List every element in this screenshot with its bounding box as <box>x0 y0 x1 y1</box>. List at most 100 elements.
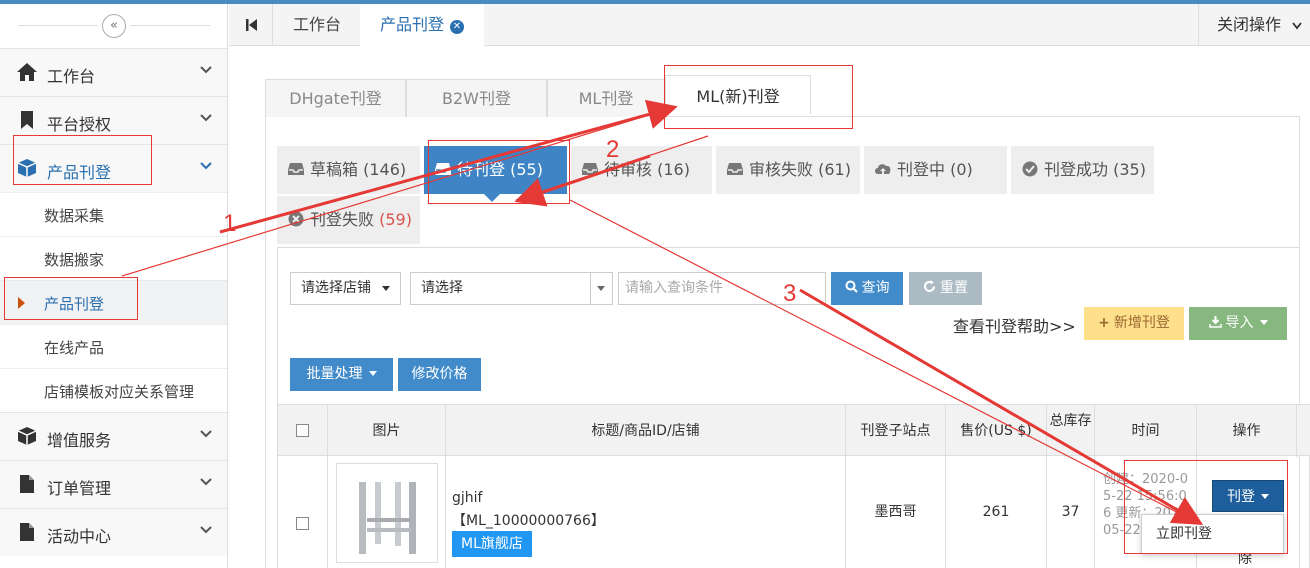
sidebar-subitem-data-move[interactable]: 数据搬家 <box>0 236 227 280</box>
chevron-down-icon <box>200 478 212 486</box>
status-tab-listing-failed[interactable]: 刊登失败 (59) <box>277 196 420 244</box>
field-type-select[interactable]: 请选择 <box>410 272 613 305</box>
inbox-icon <box>288 163 304 175</box>
row-price-cell: 261 <box>946 456 1047 568</box>
annotation-box <box>428 140 570 204</box>
status-tab-label: 刊登成功 (35) <box>1044 160 1146 179</box>
status-tab-label: 草稿箱 (146) <box>310 160 407 179</box>
modify-price-button[interactable]: 修改价格 <box>398 358 481 391</box>
dropdown-toggle[interactable] <box>590 273 612 304</box>
status-tab-label: 审核失败 (61) <box>749 160 851 179</box>
tab-workbench[interactable]: 工作台 <box>274 4 360 46</box>
import-button[interactable]: 导入 <box>1189 307 1287 340</box>
add-listing-label: 新增刊登 <box>1113 315 1170 331</box>
status-tab-listing-success[interactable]: 刊登成功 (35) <box>1011 146 1154 194</box>
times-circle-icon <box>288 211 304 227</box>
reset-button[interactable]: 重置 <box>909 272 982 305</box>
sidebar-item-activity-center[interactable]: 活动中心 <box>0 508 227 556</box>
row-checkbox[interactable] <box>296 517 309 530</box>
column-header-price: 售价(US $) <box>946 405 1047 457</box>
sidebar-item-orders[interactable]: 订单管理 <box>0 460 227 508</box>
cube-icon <box>17 427 37 445</box>
table-row <box>278 456 328 568</box>
column-header-actions: 操作 <box>1197 405 1297 457</box>
sidebar-subitem-label: 数据采集 <box>44 207 105 225</box>
column-header-time: 时间 <box>1095 405 1197 457</box>
status-tab-label: 刊登失败 <box>310 210 375 229</box>
inbox-icon <box>727 163 743 175</box>
caret-down-icon <box>382 286 390 291</box>
tab-product-listing[interactable]: 产品刊登 ✕ <box>360 4 484 47</box>
sidebar-collapse-row: « <box>0 4 227 48</box>
annotation-number: 3 <box>783 280 797 307</box>
sidebar-item-label: 平台授权 <box>47 115 112 134</box>
column-header-site: 刊登子站点 <box>846 405 946 457</box>
check-circle-icon <box>1022 161 1038 177</box>
add-listing-button[interactable]: + 新增刊登 <box>1084 307 1184 340</box>
status-tab-pending-review[interactable]: 待审核 (16) <box>571 146 712 194</box>
store-select[interactable]: 请选择店铺 <box>290 272 401 305</box>
status-tab-drafts[interactable]: 草稿箱 (146) <box>277 146 420 194</box>
sidebar-subitem-store-template-mapping[interactable]: 店铺模板对应关系管理 <box>0 368 227 412</box>
tab-scroll-left-button[interactable] <box>229 4 273 46</box>
tab-b2w-listing[interactable]: B2W刊登 <box>406 79 547 117</box>
sidebar-subitem-label: 数据搬家 <box>44 251 105 269</box>
row-site-cell: 墨西哥 <box>846 456 946 568</box>
search-button-label: 查询 <box>861 280 890 296</box>
listing-help-link[interactable]: 查看刊登帮助>> <box>953 313 1076 337</box>
sidebar-subitem-online-products[interactable]: 在线产品 <box>0 324 227 368</box>
tab-dhgate-listing[interactable]: DHgate刊登 <box>265 79 406 117</box>
divider <box>18 25 98 26</box>
sidebar-item-label: 增值服务 <box>47 431 112 450</box>
select-all-cell <box>278 405 328 457</box>
status-tab-label: 刊登中 (0) <box>897 160 973 179</box>
table-header: 图片 标题/商品ID/店铺 刊登子站点 售价(US $) 总库存 时间 操作 <box>278 404 1310 457</box>
store-select-value: 请选择店铺 <box>301 280 371 296</box>
collapse-sidebar-icon[interactable]: « <box>102 14 126 38</box>
annotation-box <box>1124 460 1288 554</box>
annotation-box <box>13 135 152 185</box>
sidebar-item-label: 工作台 <box>47 67 96 86</box>
caret-down-icon <box>1259 320 1268 325</box>
annotation-box <box>664 65 853 129</box>
file-icon <box>20 475 34 493</box>
close-actions-dropdown[interactable]: 关闭操作 <box>1198 4 1310 46</box>
sidebar-item-value-added[interactable]: 增值服务 <box>0 412 227 460</box>
chevron-down-icon <box>1292 22 1302 30</box>
sidebar-item-label: 活动中心 <box>47 527 112 546</box>
caret-down-icon <box>597 286 605 291</box>
batch-process-button[interactable]: 批量处理 <box>290 358 393 391</box>
search-icon <box>845 280 858 293</box>
annotation-number: 1 <box>223 210 237 237</box>
refresh-icon <box>924 280 935 292</box>
annotation-box <box>4 277 138 320</box>
reset-button-label: 重置 <box>940 280 968 296</box>
select-all-checkbox[interactable] <box>296 424 309 437</box>
chevron-down-icon <box>200 114 212 122</box>
tab-label: 产品刊登 <box>379 15 444 34</box>
status-tab-listing-in-progress[interactable]: 刊登中 (0) <box>864 146 1007 194</box>
chevron-down-icon <box>200 526 212 534</box>
status-tab-count: (59) <box>379 210 412 229</box>
tab-ml-listing[interactable]: ML刊登 <box>547 79 665 117</box>
chevron-down-icon <box>200 66 212 74</box>
status-tab-review-failed[interactable]: 审核失败 (61) <box>716 146 860 194</box>
file-icon <box>20 523 34 541</box>
product-thumbnail[interactable] <box>336 463 438 563</box>
inbox-icon <box>582 163 598 175</box>
search-button[interactable]: 查询 <box>831 272 903 305</box>
bookmark-icon <box>21 111 33 129</box>
download-icon <box>1208 316 1222 328</box>
plus-icon: + <box>1098 315 1110 331</box>
sidebar-subitem-label: 店铺模板对应关系管理 <box>44 383 195 401</box>
column-header-image: 图片 <box>328 405 446 457</box>
field-type-select-value: 请选择 <box>421 280 463 296</box>
product-title: gjhif <box>452 490 483 506</box>
sidebar-subitem-data-collect[interactable]: 数据采集 <box>0 192 227 236</box>
close-icon[interactable]: ✕ <box>450 20 464 34</box>
sidebar-item-workbench[interactable]: 工作台 <box>0 48 227 96</box>
column-header-title: 标题/商品ID/店铺 <box>446 405 846 457</box>
divider <box>130 25 210 26</box>
cloud-upload-icon <box>875 164 891 174</box>
annotation-number: 2 <box>606 136 620 163</box>
